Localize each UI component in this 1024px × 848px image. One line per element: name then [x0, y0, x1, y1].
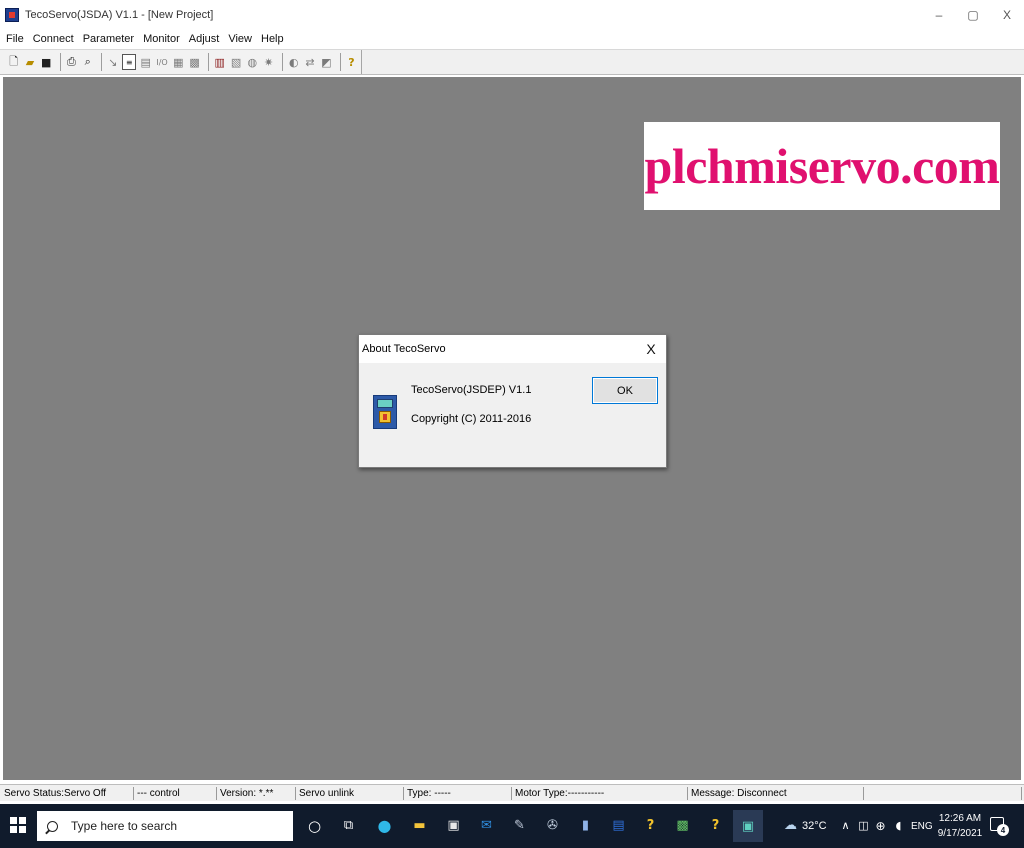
- scope-icon[interactable]: ◍: [246, 54, 259, 70]
- grid-icon[interactable]: ▦: [172, 54, 185, 70]
- word-icon[interactable]: ▤: [609, 816, 628, 835]
- new-file-icon[interactable]: 🗋: [7, 54, 20, 70]
- file-explorer-icon[interactable]: ▬: [410, 816, 429, 835]
- menu-help[interactable]: Help: [261, 33, 284, 45]
- print-icon[interactable]: ⎙: [65, 54, 78, 70]
- open-folder-icon[interactable]: ▰: [23, 54, 36, 70]
- io-icon[interactable]: I/O: [155, 54, 168, 70]
- type-status: Type: -----: [404, 787, 512, 800]
- taskbar-search[interactable]: [37, 811, 293, 841]
- print-preview-icon[interactable]: ⌕: [81, 54, 94, 70]
- dialog-title: About TecoServo: [362, 343, 446, 355]
- minimize-button[interactable]: –: [922, 0, 956, 30]
- paint-icon[interactable]: ✎: [510, 816, 529, 835]
- read-icon[interactable]: ↘: [106, 54, 119, 70]
- toolbar-separator: [208, 53, 210, 71]
- window-title: TecoServo(JSDA) V1.1 - [New Project]: [25, 9, 214, 21]
- clock-date: 9/17/2021: [937, 828, 983, 839]
- toolbar-separator: [101, 53, 103, 71]
- notification-icon[interactable]: 4: [990, 817, 1009, 836]
- status-empty: [864, 787, 1022, 800]
- language-indicator[interactable]: ENG: [911, 804, 933, 848]
- grid-alt-icon[interactable]: ▩: [188, 54, 201, 70]
- search-icon: [47, 820, 58, 832]
- help-icon[interactable]: ?: [345, 54, 358, 70]
- alarm-icon[interactable]: ▥: [213, 54, 226, 70]
- help-app-icon[interactable]: ?: [641, 816, 660, 835]
- taskbar: ○ ⧉ ● ▬ ▣ ✉ ✎ ✇ ▮ ▤ ? ▩ ? ▣ ☁ 32°C ∧ ◫ ⊕…: [0, 804, 1024, 848]
- product-version: TecoServo(JSDEP) V1.1: [411, 384, 532, 396]
- network-icon[interactable]: ⊕: [871, 816, 890, 835]
- clock-time: 12:26 AM: [938, 813, 982, 824]
- servo-status: Servo Status:Servo Off: [1, 787, 134, 800]
- menu-parameter[interactable]: Parameter: [83, 33, 134, 45]
- restore-button[interactable]: ▢: [956, 0, 990, 30]
- menu-connect[interactable]: Connect: [33, 33, 74, 45]
- version-status: Version: *.**: [217, 787, 296, 800]
- toolbar-separator: [339, 53, 341, 71]
- tool-icon[interactable]: ✇: [543, 816, 562, 835]
- copyright-text: Copyright (C) 2011-2016: [411, 413, 532, 425]
- volume-icon[interactable]: ◖: [889, 816, 908, 835]
- task-view-icon[interactable]: ⧉: [339, 816, 358, 835]
- weather-temp[interactable]: 32°C: [802, 804, 827, 848]
- cortana-icon[interactable]: ○: [305, 816, 324, 835]
- notification-badge: 4: [997, 824, 1009, 836]
- toolbar-separator: [282, 53, 284, 71]
- notepad-icon[interactable]: ▮: [576, 816, 595, 835]
- clock[interactable]: 12:26 AM 9/17/2021: [931, 811, 989, 841]
- jog-icon[interactable]: ⇄: [303, 54, 316, 70]
- watermark-text: plchmiservo.com: [644, 138, 1000, 194]
- motor-type-status: Motor Type:-----------: [512, 787, 688, 800]
- document-icon[interactable]: ≡: [122, 54, 137, 70]
- search-input[interactable]: [71, 819, 271, 833]
- parameter-table-icon[interactable]: ▤: [139, 54, 152, 70]
- app-green-icon[interactable]: ▩: [673, 816, 692, 835]
- app-icon: [5, 8, 19, 22]
- message-status: Message: Disconnect: [688, 787, 864, 800]
- menu-adjust[interactable]: Adjust: [189, 33, 220, 45]
- ok-button[interactable]: OK: [592, 377, 658, 404]
- mail-icon[interactable]: ✉: [477, 816, 496, 835]
- tune-icon[interactable]: ◐: [287, 54, 300, 70]
- gear-icon[interactable]: ✷: [262, 54, 275, 70]
- save-icon[interactable]: ■: [40, 54, 53, 70]
- store-icon[interactable]: ▣: [444, 816, 463, 835]
- product-icon: [373, 395, 397, 429]
- help-app-2-icon[interactable]: ?: [706, 816, 725, 835]
- status-bar: Servo Status:Servo Off --- control Versi…: [0, 784, 1024, 801]
- close-button[interactable]: X: [990, 0, 1024, 30]
- tecoservo-icon[interactable]: ▣: [733, 810, 763, 842]
- edge-icon[interactable]: ●: [375, 816, 394, 835]
- dialog-title-bar: About TecoServo X: [359, 335, 666, 363]
- menu-bar: File Connect Parameter Monitor Adjust Vi…: [0, 30, 1024, 48]
- windows-start-icon[interactable]: [10, 817, 26, 833]
- link-status: Servo unlink: [296, 787, 404, 800]
- menu-file[interactable]: File: [6, 33, 24, 45]
- monitor-icon[interactable]: ▧: [229, 54, 242, 70]
- chevron-up-icon[interactable]: ∧: [836, 816, 855, 835]
- title-bar: TecoServo(JSDA) V1.1 - [New Project] – ▢…: [0, 0, 1024, 30]
- watermark-banner: plchmiservo.com: [644, 122, 1000, 210]
- calibrate-icon[interactable]: ◩: [320, 54, 333, 70]
- window-controls: – ▢ X: [922, 0, 1024, 30]
- control-mode: --- control: [134, 787, 217, 800]
- toolbar-separator: [59, 53, 61, 71]
- toolbar: 🗋 ▰ ■ ⎙ ⌕ ↘ ≡ ▤ I/O ▦ ▩ ▥ ▧ ◍ ✷ ◐ ⇄ ◩ ?: [0, 49, 1024, 75]
- dialog-close-button[interactable]: X: [642, 339, 660, 359]
- weather-icon: ☁: [784, 818, 797, 833]
- about-dialog: About TecoServo X TecoServo(JSDEP) V1.1 …: [358, 334, 667, 468]
- menu-view[interactable]: View: [228, 33, 252, 45]
- menu-monitor[interactable]: Monitor: [143, 33, 180, 45]
